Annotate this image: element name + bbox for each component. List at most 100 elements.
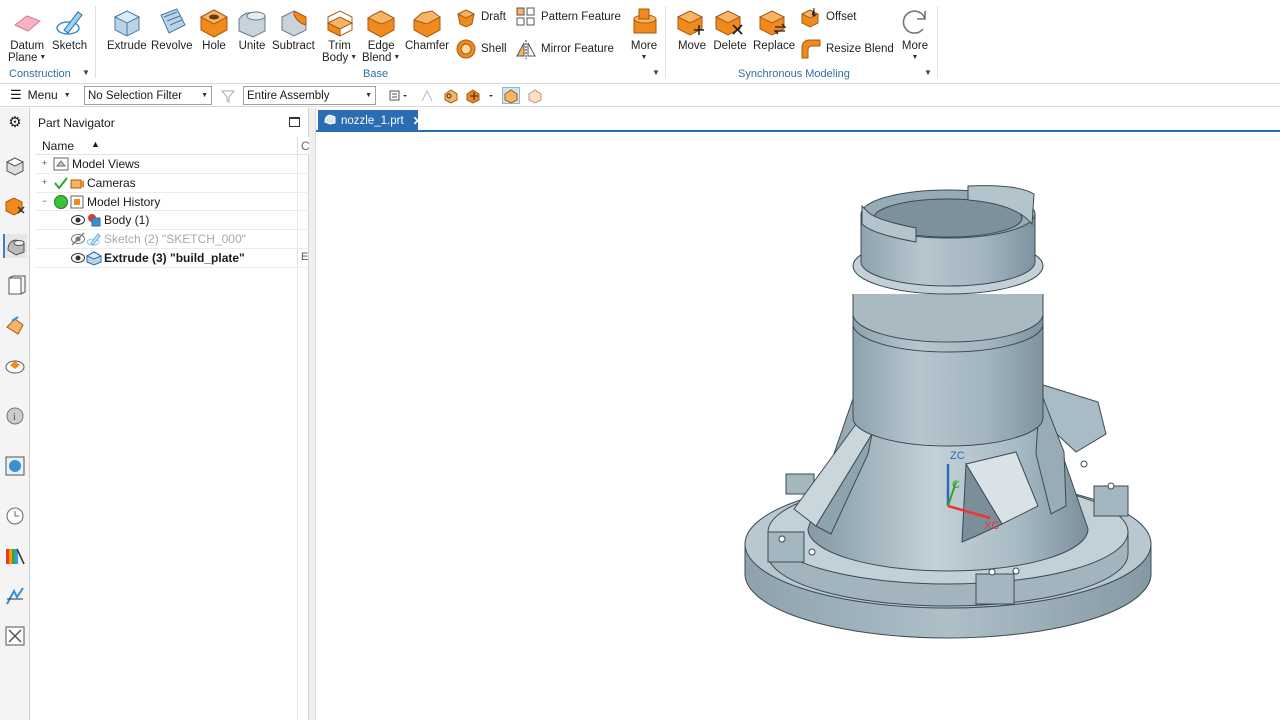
hamburger-icon: ☰	[10, 87, 22, 102]
sketch-icon	[53, 4, 87, 40]
column-header-name[interactable]: Name	[42, 139, 74, 153]
replace-face-icon	[757, 4, 791, 40]
pattern-feature-button[interactable]: Pattern Feature	[515, 6, 621, 28]
group-divider	[937, 6, 938, 78]
shell-icon	[455, 38, 477, 60]
chamfer-button[interactable]: Chamfer	[405, 4, 449, 52]
expand-plus-icon[interactable]: +	[40, 177, 49, 187]
edge-blend-button[interactable]: Edge Blend ▼	[362, 4, 400, 64]
part-navigator-icon[interactable]	[3, 234, 27, 258]
sync-more-button[interactable]: More ▼	[898, 4, 932, 64]
group-label-base: Base	[363, 68, 389, 80]
construction-group-menu-icon[interactable]: ▼	[82, 68, 90, 77]
column-divider	[297, 137, 298, 155]
chevron-down-icon: ▼	[63, 91, 71, 99]
simulation-icon[interactable]	[3, 584, 27, 608]
extrude-icon	[110, 4, 144, 40]
hole-icon	[197, 4, 231, 40]
snap-point-icon[interactable]	[418, 87, 436, 104]
sort-ascending-icon: ▲	[91, 139, 100, 149]
top-border-bar: ☰ Menu ▼ No Selection Filter ▼ Entire As…	[0, 84, 1280, 107]
svg-text:i: i	[13, 412, 16, 423]
sync-group-menu-icon[interactable]: ▼	[924, 68, 932, 77]
shell-button[interactable]: Shell	[455, 38, 507, 60]
assembly-navigator-icon[interactable]	[3, 154, 27, 178]
selection-filter-select[interactable]: No Selection Filter ▼	[84, 86, 212, 105]
delete-face-icon	[713, 4, 747, 40]
refresh-icon	[898, 4, 932, 40]
offset-region-icon	[800, 6, 822, 28]
history-clock-icon[interactable]	[3, 504, 27, 528]
filter-icon[interactable]	[219, 87, 237, 104]
tree-row-body[interactable]: Body (1)	[35, 211, 309, 231]
resize-blend-button[interactable]: Resize Blend	[800, 38, 894, 60]
select-feature-icon[interactable]	[442, 87, 460, 104]
chevron-down-icon: ▼	[393, 54, 401, 61]
edge-blend-icon	[364, 4, 398, 40]
unite-button[interactable]: Unite	[235, 4, 269, 52]
model-history-icon	[69, 194, 85, 210]
select-face-icon[interactable]	[502, 87, 520, 104]
triad-xc-label: XC	[984, 520, 999, 532]
mirror-feature-button[interactable]: Mirror Feature	[515, 38, 614, 60]
expand-plus-icon[interactable]: +	[40, 159, 49, 168]
tree-row-sketch[interactable]: Sketch (2) "SKETCH_000"	[35, 230, 309, 249]
navigator-scrollbar[interactable]	[309, 108, 316, 720]
datum-plane-button[interactable]: Datum Plane ▼	[8, 4, 46, 64]
tools-icon[interactable]	[3, 624, 27, 648]
subtract-button[interactable]: Subtract	[272, 4, 315, 52]
model-views-icon	[53, 156, 69, 172]
tree-row-extrude[interactable]: Extrude (3) "build_plate" E	[35, 249, 309, 268]
status-green-icon	[53, 194, 69, 210]
tree-row-model-views[interactable]: + Model Views	[35, 155, 309, 174]
sketch-button[interactable]: Sketch	[52, 4, 87, 52]
datum-plane-icon	[10, 4, 44, 40]
collapse-minus-icon[interactable]: −	[40, 196, 49, 206]
ribbon: Datum Plane ▼ Sketch Construction ▼ Extru…	[0, 0, 1280, 84]
hole-button[interactable]: Hole	[197, 4, 231, 52]
draft-button[interactable]: Draft	[455, 6, 506, 28]
constraint-navigator-icon[interactable]	[3, 194, 27, 218]
close-tab-icon[interactable]: ✕	[413, 114, 423, 128]
menu-button[interactable]: ☰ Menu ▼	[10, 87, 71, 103]
hd3d-tools-icon[interactable]	[3, 314, 27, 338]
chevron-down-icon: ▼	[365, 92, 372, 99]
visible-eye-icon[interactable]	[70, 250, 86, 266]
web-browser-icon[interactable]	[3, 454, 27, 478]
history-roles-icon[interactable]	[3, 354, 27, 378]
replace-face-button[interactable]: Replace	[753, 4, 795, 52]
reuse-library-icon[interactable]	[3, 274, 27, 298]
base-more-button[interactable]: More ▼	[627, 4, 661, 64]
hidden-eye-icon[interactable]	[70, 231, 86, 247]
select-body-icon[interactable]	[465, 87, 495, 104]
tree-row-cameras[interactable]: + Cameras	[35, 174, 309, 193]
resize-blend-icon	[800, 38, 822, 60]
document-tab-bar: nozzle_1.prt ✕	[316, 108, 1280, 132]
offset-region-button[interactable]: Offset	[800, 6, 856, 28]
info-icon[interactable]: i	[3, 404, 27, 428]
base-group-menu-icon[interactable]: ▼	[652, 68, 660, 77]
sketch-feature-icon	[86, 231, 102, 247]
maximize-icon[interactable]	[289, 117, 300, 127]
selection-options-icon[interactable]	[386, 87, 410, 104]
group-label-construction: Construction	[9, 68, 71, 80]
scope-select[interactable]: Entire Assembly ▼	[243, 86, 376, 105]
tree-row-model-history[interactable]: − Model History	[35, 193, 309, 212]
select-edge-icon[interactable]	[526, 87, 544, 104]
settings-gear-icon[interactable]: ⚙	[3, 110, 27, 134]
delete-face-button[interactable]: Delete	[713, 4, 747, 52]
triad-zc-label: ZC	[950, 450, 965, 462]
revolve-button[interactable]: Revolve	[151, 4, 193, 52]
move-face-button[interactable]: Move	[675, 4, 709, 52]
extrude-button[interactable]: Extrude	[107, 4, 147, 52]
nozzle-part-model[interactable]: ZC C XC	[316, 134, 1280, 720]
mirror-feature-icon	[515, 38, 537, 60]
analysis-icon[interactable]	[3, 544, 27, 568]
chevron-down-icon: ▼	[201, 92, 208, 99]
move-face-icon	[675, 4, 709, 40]
graphics-window[interactable]: ZC C XC	[316, 134, 1280, 720]
trim-body-button[interactable]: Trim Body ▼	[322, 4, 357, 64]
visible-eye-icon[interactable]	[70, 212, 86, 228]
tab-nozzle-part[interactable]: nozzle_1.prt ✕	[318, 110, 423, 131]
unite-icon	[235, 4, 269, 40]
